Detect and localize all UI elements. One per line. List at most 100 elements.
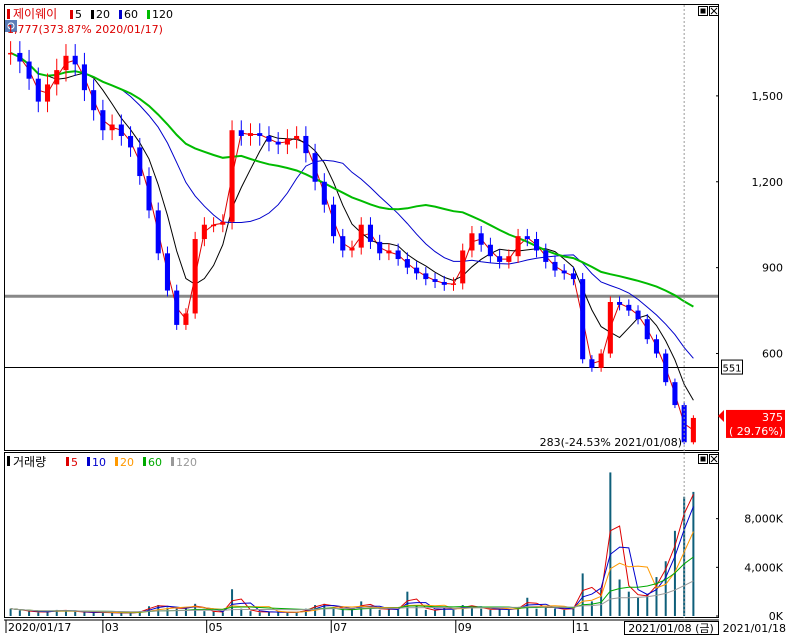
- price-candle: [164, 246, 171, 297]
- volume-bar: [553, 608, 556, 616]
- volume-bar: [28, 611, 31, 616]
- volume-ma-legend-swatch: [66, 457, 69, 466]
- candle-body: [404, 259, 410, 268]
- price-panel-maximize-button[interactable]: [698, 6, 708, 16]
- volume-bar: [507, 609, 510, 616]
- volume-bar: [129, 613, 132, 616]
- volume-bar: [397, 609, 400, 616]
- candle-body: [358, 224, 364, 248]
- current-price-change: ( 29.76%): [729, 425, 783, 438]
- candle-body: [450, 283, 457, 285]
- x-tick-label: 09: [458, 621, 472, 634]
- price-candle: [174, 284, 180, 330]
- candle-body: [386, 250, 392, 254]
- x-cursor-label: 2021/01/08 (금): [628, 622, 714, 635]
- candle-body: [17, 52, 23, 62]
- price-candle: [229, 120, 235, 230]
- candle-body: [515, 236, 521, 257]
- volume-bar: [111, 612, 114, 616]
- candle-body: [164, 253, 171, 291]
- candle-body: [275, 141, 281, 145]
- volume-ma-legend-label: 20: [120, 456, 134, 469]
- volume-ma-legend-swatch: [87, 457, 90, 466]
- candle-body: [294, 135, 300, 139]
- volume-panel-close-button[interactable]: [709, 454, 719, 464]
- candle-body: [257, 133, 263, 136]
- candle-body: [552, 261, 558, 271]
- candle-body: [100, 110, 106, 131]
- price-candle: [460, 243, 466, 290]
- candle-body: [128, 135, 134, 148]
- candle-body: [607, 302, 613, 354]
- x-tick-label: 11: [575, 621, 589, 634]
- volume-bar: [434, 610, 437, 616]
- candle-body: [487, 244, 493, 257]
- candle-body: [377, 241, 383, 254]
- volume-bar: [351, 609, 353, 616]
- ma-legend-label: 20: [96, 8, 110, 21]
- ma-legend-label: 60: [124, 8, 138, 21]
- x-tick-label: 03: [105, 621, 119, 634]
- high-note: 1,777(373.87% 2020/01/17): [7, 23, 163, 36]
- x-tick-label: 07: [333, 621, 347, 634]
- candle-body: [644, 319, 650, 340]
- price-panel-close-button[interactable]: [709, 6, 719, 16]
- candle-body: [8, 52, 14, 55]
- candle-body: [155, 210, 161, 254]
- volume-ma-legend-label: 5: [71, 456, 78, 469]
- candle-body: [506, 256, 512, 262]
- candle-body: [414, 267, 420, 274]
- ma-legend-swatch: [119, 10, 122, 19]
- x-end-label: 2021/01/18: [723, 622, 786, 635]
- volume-title: 거래량: [13, 455, 46, 469]
- volume-bar: [489, 609, 492, 616]
- candle-body: [478, 233, 484, 245]
- candle-body: [543, 250, 549, 262]
- volume-bar: [581, 573, 584, 616]
- volume-bar: [277, 612, 280, 616]
- volume-bar: [203, 611, 206, 616]
- volume-y-tick-label: 4,000K: [744, 561, 783, 574]
- volume-bar: [424, 609, 427, 616]
- candle-body: [26, 61, 32, 79]
- volume-bar: [627, 591, 630, 616]
- candle-body: [460, 250, 466, 284]
- volume-bar: [212, 611, 215, 616]
- price-y-tick-label: 600: [762, 348, 783, 361]
- volume-bar: [637, 597, 640, 616]
- candle-body: [183, 313, 189, 325]
- volume-bar: [175, 608, 178, 616]
- candle-body: [441, 281, 447, 285]
- stock-name-marker: [7, 9, 10, 19]
- candle-body: [201, 224, 207, 240]
- candle-body: [432, 279, 438, 282]
- volume-bar: [120, 612, 123, 616]
- volume-panel-maximize-button[interactable]: [698, 454, 708, 464]
- low-note: 283(-24.53% 2021/01/08): [540, 436, 682, 449]
- candle-body: [109, 124, 115, 131]
- volume-bar: [74, 611, 77, 616]
- current-price-value: 375: [762, 411, 783, 424]
- candle-body: [497, 256, 503, 262]
- candle-body: [229, 130, 235, 222]
- candle-body: [626, 304, 632, 311]
- price-candle: [607, 296, 613, 358]
- volume-bar: [184, 608, 187, 616]
- candle-body: [118, 124, 124, 136]
- volume-bar: [92, 612, 95, 616]
- candle-body: [220, 221, 226, 225]
- maximize-icon-inner: [700, 8, 706, 14]
- candle-body: [331, 204, 337, 237]
- candle-body: [367, 224, 373, 242]
- candle-body: [303, 135, 309, 154]
- volume-bar: [563, 609, 566, 616]
- candle-body: [524, 236, 530, 240]
- price-candle: [663, 349, 669, 386]
- stock-chart: 제이웨이 5 20 60 120 1,777(373.87% 2020/01/17) …: [0, 0, 787, 635]
- candle-body: [580, 279, 586, 360]
- price-y-tick-label: 1,500: [752, 90, 784, 103]
- horizontal-line-label: 551: [722, 364, 741, 375]
- volume-bar: [249, 611, 252, 616]
- candle-body: [653, 339, 660, 354]
- volume-bar: [295, 612, 298, 616]
